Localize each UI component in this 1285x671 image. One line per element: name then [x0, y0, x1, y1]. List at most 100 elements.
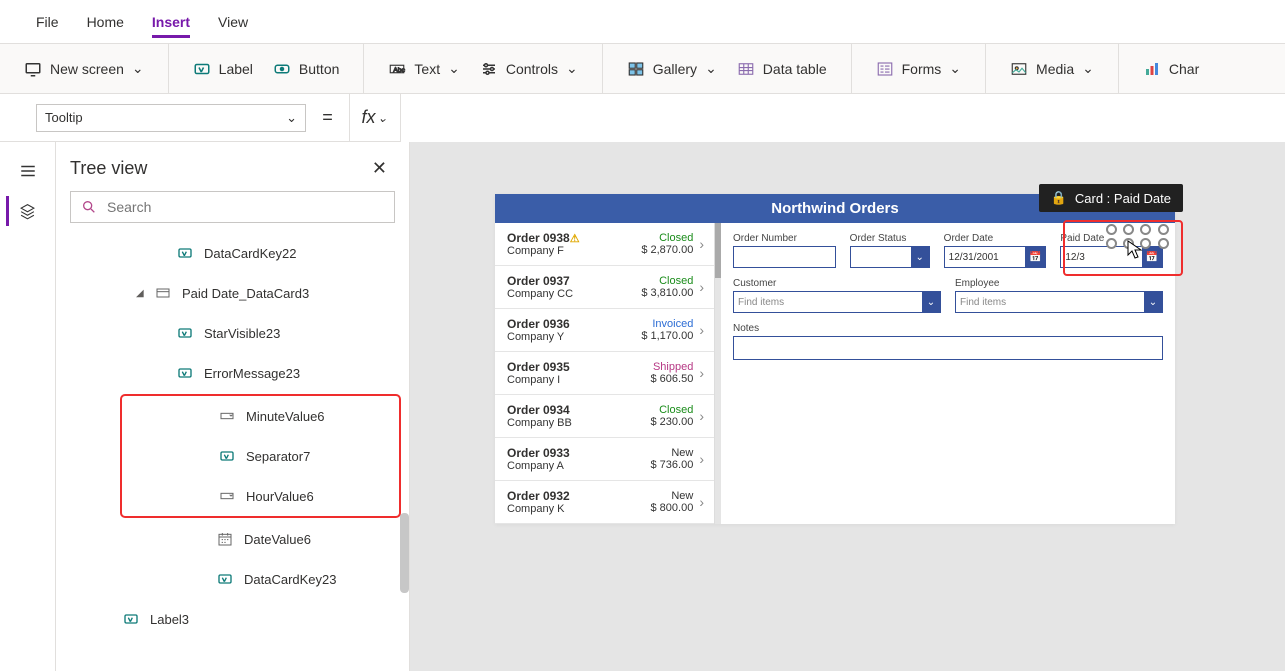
formula-input[interactable] [401, 94, 1285, 142]
menu-home[interactable]: Home [87, 6, 124, 38]
resize-handle[interactable] [1106, 224, 1117, 235]
tree-item-label: MinuteValue6 [246, 409, 325, 424]
order-price: $ 230.00 [651, 416, 694, 428]
menu-insert[interactable]: Insert [152, 6, 190, 38]
chevron-right-icon: › [699, 408, 704, 424]
screen-icon [24, 60, 42, 78]
property-dropdown[interactable]: Tooltip ⌄ [36, 104, 306, 132]
order-company: Company CC [507, 288, 573, 300]
cursor-icon [1127, 240, 1143, 260]
chart-button[interactable]: Char [1135, 54, 1207, 84]
collapse-icon[interactable]: ◢ [136, 288, 148, 299]
order-status: Closed [641, 232, 693, 244]
menu-file[interactable]: File [36, 6, 59, 38]
tree-item-label: DataCardKey23 [244, 572, 337, 587]
forms-button[interactable]: Forms ⌄ [868, 54, 969, 84]
order-row[interactable]: Order 0934 Company BB Closed $ 230.00 › [495, 395, 714, 438]
text-button[interactable]: Abc Text ⌄ [380, 54, 467, 84]
rail-hamburger[interactable] [13, 156, 43, 186]
chevron-down-icon: ⌄ [705, 60, 717, 77]
tree-item-paiddate-datacard[interactable]: ◢ Paid Date_DataCard3 [56, 273, 409, 313]
tree-search-input[interactable] [107, 199, 384, 215]
notes-input[interactable] [733, 336, 1163, 360]
order-company: Company BB [507, 417, 572, 429]
warning-icon: ⚠ [570, 233, 580, 245]
rail-tree-view[interactable] [6, 196, 36, 226]
datatable-button[interactable]: Data table [729, 54, 835, 84]
tree-item-starvisible[interactable]: StarVisible23 [56, 313, 409, 353]
order-row[interactable]: Order 0937 Company CC Closed $ 3,810.00 … [495, 266, 714, 309]
order-price: $ 606.50 [651, 373, 694, 385]
order-row[interactable]: Order 0933 Company A New $ 736.00 › [495, 438, 714, 481]
media-button[interactable]: Media ⌄ [1002, 54, 1102, 84]
gallery-btn-label: Gallery [653, 61, 697, 77]
label-button[interactable]: Label [185, 54, 261, 84]
search-icon [81, 199, 97, 215]
gallery-button[interactable]: Gallery ⌄ [619, 54, 725, 84]
resize-handle[interactable] [1140, 224, 1151, 235]
order-number-input[interactable] [733, 246, 836, 268]
menu-view[interactable]: View [218, 6, 248, 38]
tree-item-separator[interactable]: Separator7 [122, 436, 399, 476]
chevron-down-icon: ⌄ [1144, 291, 1162, 313]
tree-scrollbar[interactable] [400, 513, 409, 593]
order-price: $ 800.00 [651, 502, 694, 514]
tree-item-label: Paid Date_DataCard3 [182, 286, 309, 301]
canvas-area[interactable]: Northwind Orders Order 0938⚠ Company F C… [410, 142, 1285, 671]
tree-view-panel: Tree view ✕ DataCardKey22 ◢ Paid Date_Da… [56, 142, 410, 671]
lock-icon: 🔒 [1051, 190, 1067, 206]
formula-input-wrap: fx⌄ [349, 94, 1285, 142]
customer-combo[interactable]: Find items⌄ [733, 291, 941, 313]
tree-item-errormessage[interactable]: ErrorMessage23 [56, 353, 409, 393]
chevron-down-icon: ⌄ [922, 291, 940, 313]
chevron-down-icon: ⌄ [566, 60, 578, 77]
tree-item-datacardkey22[interactable]: DataCardKey22 [56, 233, 409, 273]
chevron-right-icon: › [699, 279, 704, 295]
card-icon [154, 284, 172, 302]
label-btn-label: Label [219, 61, 253, 77]
text-btn-label: Text [414, 61, 440, 77]
chevron-right-icon: › [699, 322, 704, 338]
field-label: Employee [955, 278, 1163, 289]
tree-item-minutevalue[interactable]: MinuteValue6 [122, 396, 399, 436]
controls-button[interactable]: Controls ⌄ [472, 54, 586, 84]
media-icon [1010, 60, 1028, 78]
tree-list: DataCardKey22 ◢ Paid Date_DataCard3 Star… [56, 233, 409, 671]
datatable-icon [737, 60, 755, 78]
order-price: $ 2,870.00 [641, 244, 693, 256]
resize-handle[interactable] [1158, 238, 1169, 249]
resize-handle[interactable] [1106, 238, 1117, 249]
resize-handle[interactable] [1123, 224, 1134, 235]
order-row[interactable]: Order 0935 Company I Shipped $ 606.50 › [495, 352, 714, 395]
tree-item-datevalue[interactable]: DateValue6 [56, 519, 409, 559]
new-screen-button[interactable]: New screen ⌄ [16, 54, 152, 84]
close-icon[interactable]: ✕ [372, 158, 387, 179]
order-row[interactable]: Order 0932 Company K New $ 800.00 › [495, 481, 714, 524]
tree-item-label: ErrorMessage23 [204, 366, 300, 381]
dropdown-icon [218, 487, 236, 505]
field-label: Order Number [733, 233, 836, 244]
controls-btn-label: Controls [506, 61, 558, 77]
label-icon [216, 570, 234, 588]
order-date-picker[interactable]: 12/31/2001📅 [944, 246, 1047, 268]
tree-search[interactable] [70, 191, 395, 223]
order-gallery[interactable]: Order 0938⚠ Company F Closed $ 2,870.00 … [495, 223, 715, 524]
order-row[interactable]: Order 0938⚠ Company F Closed $ 2,870.00 … [495, 223, 714, 266]
tree-item-label: StarVisible23 [204, 326, 280, 341]
tree-item-hourvalue[interactable]: HourValue6 [122, 476, 399, 516]
resize-handle[interactable] [1158, 224, 1169, 235]
order-status: Shipped [651, 361, 694, 373]
tree-item-datacardkey23[interactable]: DataCardKey23 [56, 559, 409, 599]
order-number: Order 0933 [507, 446, 570, 460]
tree-item-label: HourValue6 [246, 489, 314, 504]
forms-btn-label: Forms [902, 61, 942, 77]
order-row[interactable]: Order 0936 Company Y Invoiced $ 1,170.00… [495, 309, 714, 352]
tree-item-label3[interactable]: Label3 [56, 599, 409, 639]
button-btn-label: Button [299, 61, 339, 77]
order-company: Company Y [507, 331, 570, 343]
order-status-dropdown[interactable]: ⌄ [850, 246, 930, 268]
selection-paid-date-card[interactable]: 🔒 Card : Paid Date [1063, 220, 1183, 276]
button-button[interactable]: Button [265, 54, 347, 84]
employee-combo[interactable]: Find items⌄ [955, 291, 1163, 313]
field-label: Customer [733, 278, 941, 289]
